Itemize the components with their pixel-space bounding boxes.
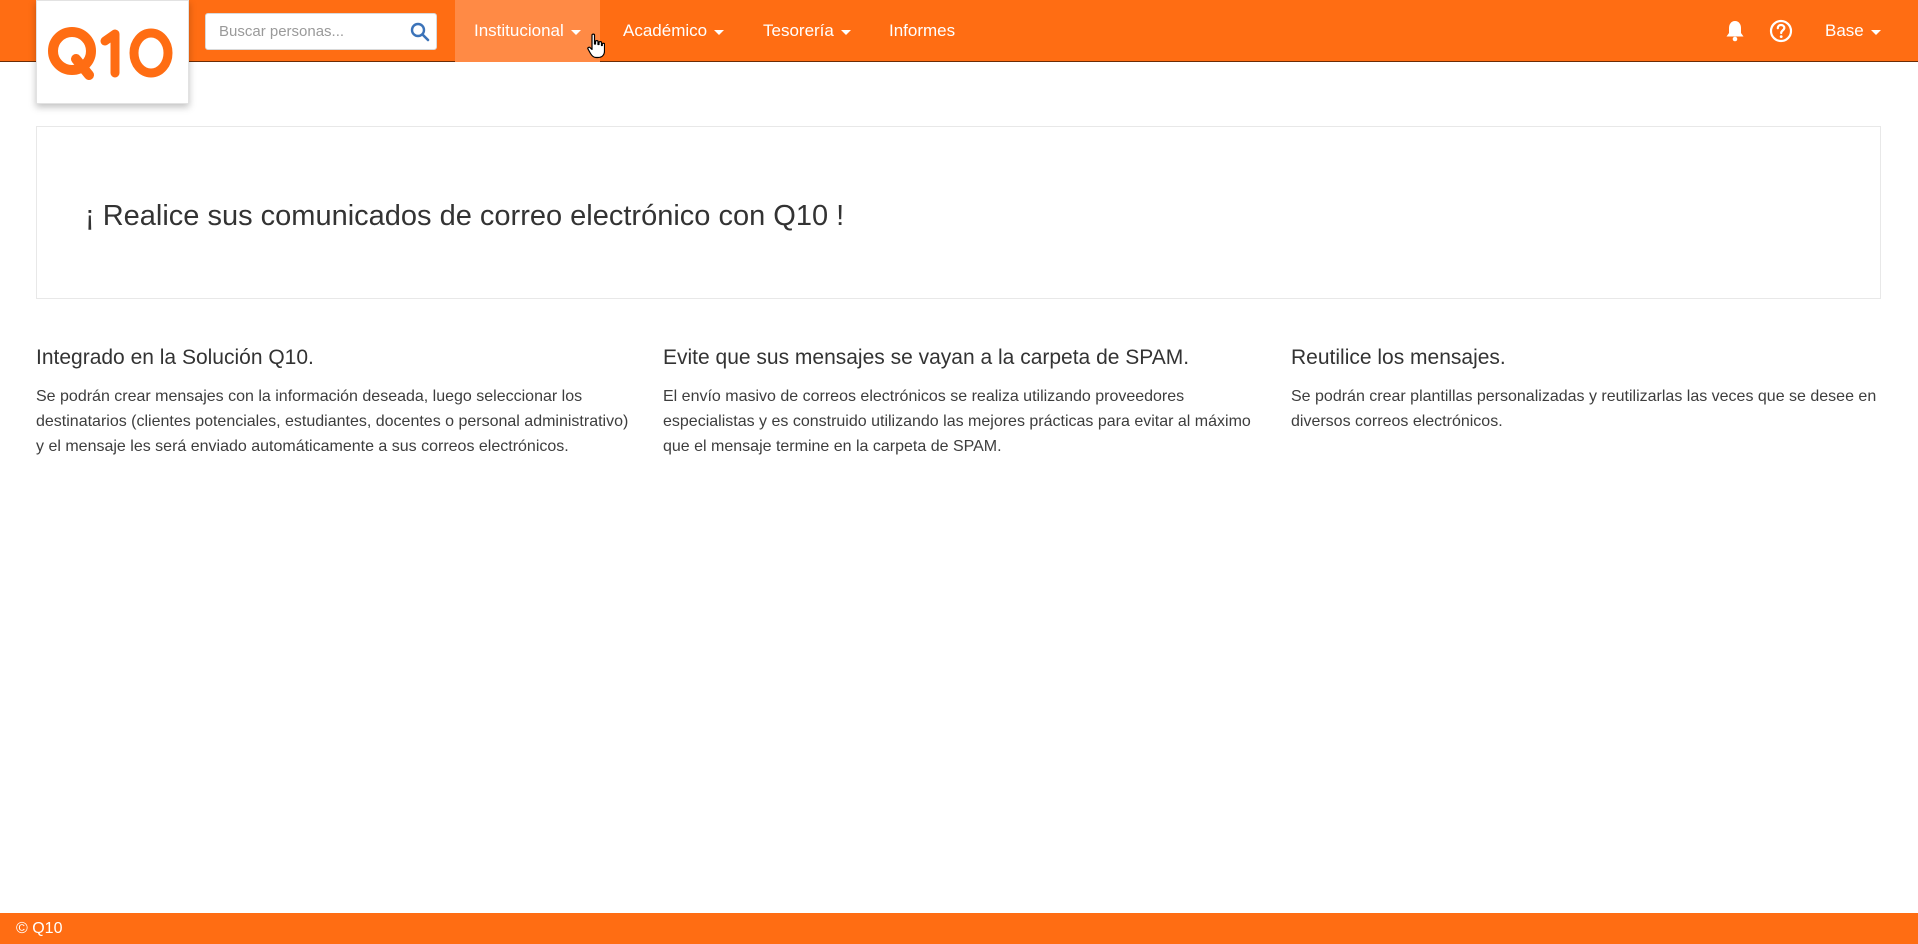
feature-title: Integrado en la Solución Q10. [36, 346, 314, 369]
feature-title: Reutilice los mensajes. [1291, 346, 1506, 369]
search-icon[interactable] [410, 22, 430, 42]
feature-reutilice: Reutilice los mensajes. Se podrán crear … [1291, 346, 1891, 434]
hero-panel: ¡ Realice sus comunicados de correo elec… [36, 126, 1881, 299]
user-menu-label: Base [1825, 21, 1864, 40]
feature-text: Se podrán crear plantillas personalizada… [1291, 388, 1877, 430]
help-circle-icon[interactable] [1768, 18, 1794, 44]
search-box [205, 13, 437, 50]
nav-informes-label: Informes [889, 21, 956, 40]
q10-logo-graphic [47, 27, 172, 80]
nav-academico[interactable]: Académico [604, 0, 743, 62]
bell-icon[interactable] [1722, 18, 1748, 44]
feature-title: Evite que sus mensajes se vayan a la car… [663, 346, 1190, 369]
feature-spam: Evite que sus mensajes se vayan a la car… [663, 346, 1263, 459]
search-input[interactable] [206, 14, 406, 49]
nav-informes[interactable]: Informes [870, 0, 974, 62]
chevron-down-icon [1870, 29, 1881, 35]
footer: © Q10 [0, 913, 1918, 944]
top-navbar: Institucional Académico Tesorería Inform… [0, 0, 1918, 104]
q10-logo[interactable] [36, 0, 189, 104]
user-menu[interactable]: Base [1806, 0, 1900, 62]
feature-integrado: Integrado en la Solución Q10. Se podrán … [36, 346, 636, 459]
hero-title: ¡ Realice sus comunicados de correo elec… [85, 200, 845, 232]
nav-academico-label: Académico [623, 21, 708, 40]
feature-text: Se podrán crear mensajes con la informac… [36, 388, 629, 455]
footer-copyright: © Q10 [16, 919, 63, 937]
nav-tesoreria[interactable]: Tesorería [744, 0, 870, 62]
chevron-down-icon [840, 29, 851, 35]
nav-tesoreria-label: Tesorería [763, 21, 834, 40]
feature-text: El envío masivo de correos electrónicos … [663, 388, 1251, 455]
nav-institucional[interactable]: Institucional [455, 0, 600, 62]
chevron-down-icon [570, 29, 581, 35]
chevron-down-icon [714, 29, 725, 35]
nav-institucional-label: Institucional [474, 21, 564, 40]
hand-cursor-icon [587, 33, 605, 59]
